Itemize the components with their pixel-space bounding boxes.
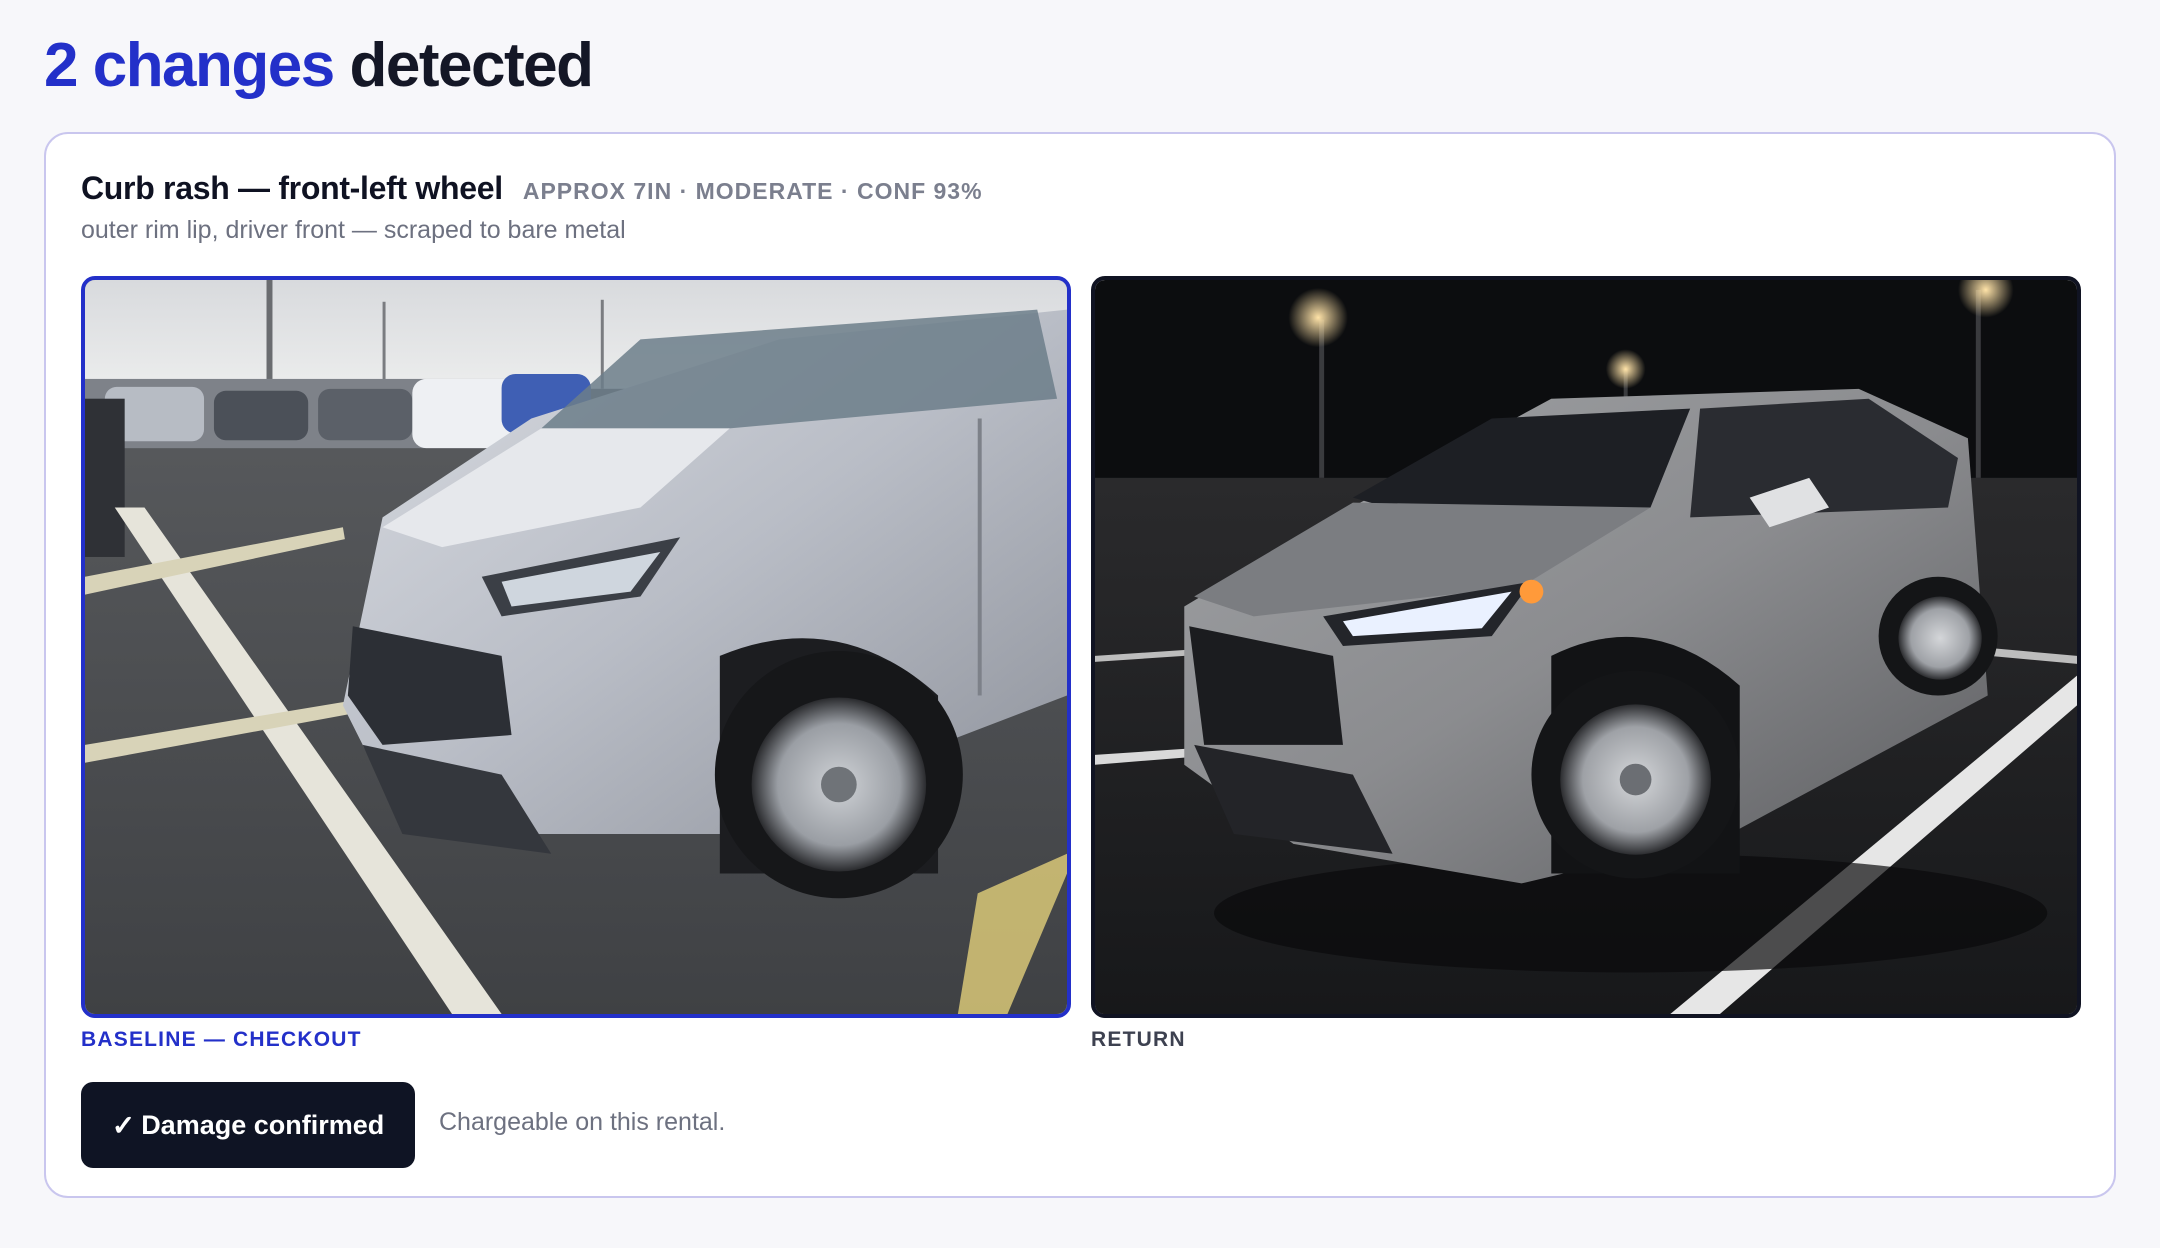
baseline-car-image: [85, 280, 1067, 1014]
return-car-image: [1095, 280, 2077, 1014]
finding-header: Curb rash — front-left wheel APPROX 7IN …: [81, 170, 983, 207]
finding-meta: APPROX 7IN · MODERATE · CONF 93%: [522, 178, 983, 204]
title-suffix: detected: [333, 31, 593, 100]
page-title: 2 changes detected: [44, 30, 594, 102]
return-caption: RETURN: [1091, 1028, 1186, 1051]
damage-finding-card: Curb rash — front-left wheel APPROX 7IN …: [44, 132, 2116, 1198]
damage-confirmed-label: Damage confirmed: [141, 1109, 385, 1140]
baseline-photo[interactable]: [81, 276, 1071, 1018]
charge-note: Chargeable on this rental.: [439, 1108, 726, 1136]
baseline-caption: BASELINE — CHECKOUT: [81, 1028, 362, 1051]
page: 2 changes detected Curb rash — front-lef…: [0, 0, 2160, 1248]
finding-title: Curb rash — front-left wheel: [81, 170, 503, 206]
check-icon: ✓: [111, 1109, 136, 1141]
damage-confirmed-button[interactable]: ✓ Damage confirmed: [81, 1082, 415, 1168]
changes-count: 2 changes: [44, 31, 335, 100]
return-photo[interactable]: [1091, 276, 2081, 1018]
finding-description: outer rim lip, driver front — scraped to…: [81, 216, 626, 244]
